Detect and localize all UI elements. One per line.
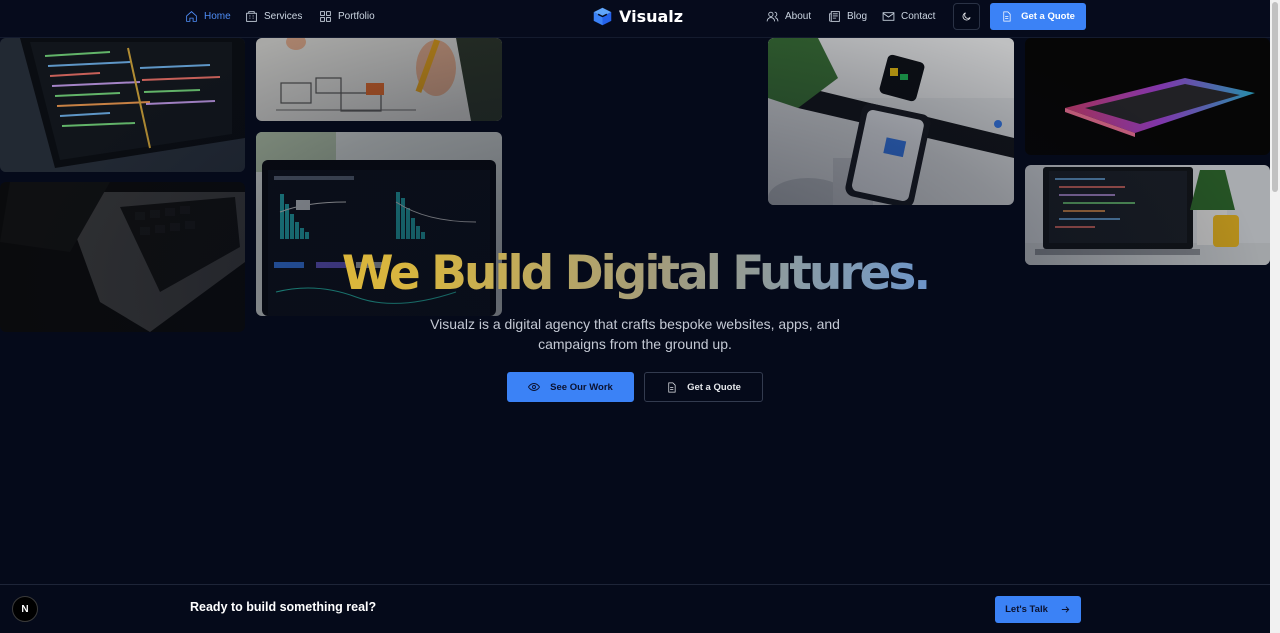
nav-get-quote-button[interactable]: Get a Quote bbox=[990, 3, 1086, 30]
nav-blog-label: Blog bbox=[847, 10, 868, 22]
lets-talk-button[interactable]: Let's Talk bbox=[995, 596, 1081, 623]
hero-get-quote-button[interactable]: Get a Quote bbox=[644, 372, 763, 402]
nav-about-label: About bbox=[785, 10, 812, 22]
nav-about-link[interactable]: About bbox=[766, 0, 811, 32]
visualz-logo-icon bbox=[593, 7, 612, 25]
file-icon bbox=[668, 382, 676, 392]
brand-name: Visualz bbox=[619, 6, 684, 26]
nav-get-quote-label: Get a Quote bbox=[1021, 11, 1075, 22]
arrow-right-icon bbox=[1061, 606, 1070, 613]
nav-contact-link[interactable]: Contact bbox=[882, 0, 935, 32]
cta-text: Ready to build something real? bbox=[190, 600, 377, 614]
nav-blog-link[interactable]: Blog bbox=[828, 0, 867, 32]
page-scrollbar[interactable] bbox=[1270, 0, 1280, 633]
brand-logo[interactable]: Visualz bbox=[592, 4, 683, 28]
moon-icon bbox=[962, 12, 971, 21]
dev-badge-letter: N bbox=[21, 603, 29, 615]
lets-talk-label: Let's Talk bbox=[1005, 604, 1048, 615]
file-icon bbox=[1003, 11, 1011, 22]
nav-portfolio-label: Portfolio bbox=[338, 10, 375, 22]
mail-icon bbox=[882, 11, 895, 21]
see-our-work-button[interactable]: See Our Work bbox=[507, 372, 634, 402]
nav-portfolio-link[interactable]: Portfolio bbox=[319, 0, 375, 32]
newspaper-icon bbox=[829, 10, 840, 22]
scrollbar-thumb[interactable] bbox=[1272, 2, 1278, 192]
nav-services-link[interactable]: Services bbox=[245, 0, 302, 32]
top-navbar: Home Services Portfolio Visualz About Bl… bbox=[0, 0, 1270, 38]
bottom-cta-bar: Ready to build something real? Let's Tal… bbox=[0, 584, 1270, 633]
hero-subtitle: Visualz is a digital agency that crafts … bbox=[430, 316, 840, 352]
eye-icon bbox=[528, 383, 541, 391]
hero-vignette bbox=[0, 38, 1270, 584]
dev-tools-badge[interactable]: N bbox=[12, 596, 38, 622]
users-icon bbox=[766, 11, 779, 21]
hero-get-quote-label: Get a Quote bbox=[687, 381, 741, 393]
grid-icon bbox=[320, 10, 331, 22]
nav-home-label: Home bbox=[204, 10, 231, 22]
home-icon bbox=[186, 10, 197, 22]
nav-services-label: Services bbox=[264, 10, 303, 22]
hero-title: We Build Digital Futures. bbox=[0, 246, 1270, 302]
see-our-work-label: See Our Work bbox=[550, 381, 613, 393]
building-icon bbox=[246, 10, 257, 22]
nav-contact-label: Contact bbox=[901, 10, 936, 22]
theme-toggle-button[interactable] bbox=[953, 3, 980, 30]
nav-home-link[interactable]: Home bbox=[185, 0, 231, 32]
